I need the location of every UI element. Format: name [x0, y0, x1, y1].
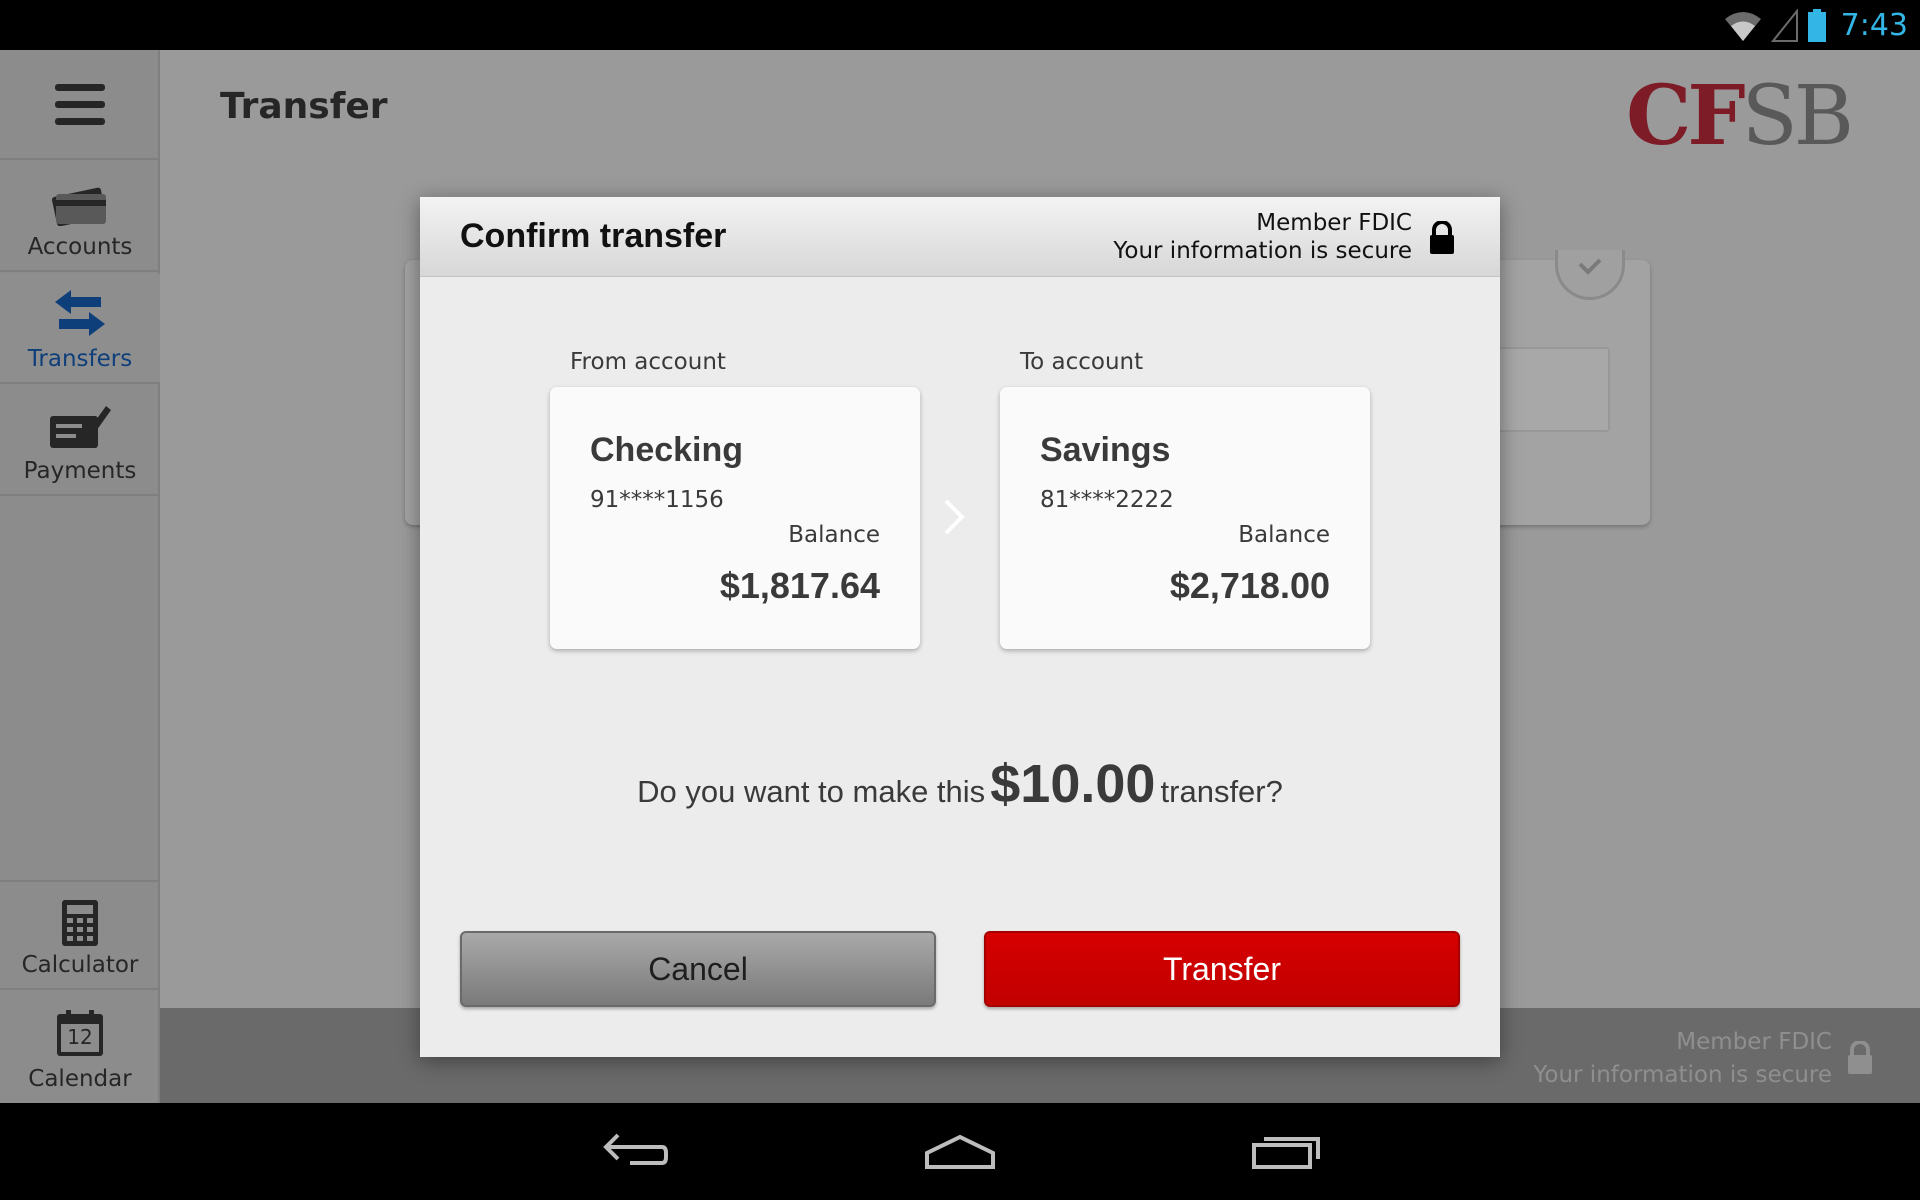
menu-button[interactable]: [0, 50, 160, 160]
sidebar: Accounts Transfers Payments Calculator 1…: [0, 50, 160, 1103]
transfer-arrows-icon: [55, 290, 105, 336]
check-pen-icon: [50, 406, 111, 448]
calendar-icon: 12: [57, 1010, 103, 1056]
sidebar-item-accounts[interactable]: Accounts: [0, 162, 160, 272]
confirm-transfer-dialog: Confirm transfer Member FDIC Your inform…: [420, 197, 1500, 1057]
signal-icon: [1770, 8, 1798, 42]
system-nav-bar: [0, 1103, 1920, 1200]
from-balance-label: Balance: [788, 522, 880, 548]
sidebar-item-label: Calculator: [21, 952, 139, 978]
to-account-label: To account: [1020, 349, 1144, 375]
dialog-title: Confirm transfer: [460, 217, 727, 255]
footer-member-fdic: Member FDIC: [1676, 1029, 1832, 1055]
sidebar-item-transfers[interactable]: Transfers: [0, 274, 160, 384]
from-balance-value: $1,817.64: [719, 565, 880, 606]
battery-icon: [1807, 8, 1826, 42]
calculator-icon: [62, 900, 98, 946]
lock-icon: [1848, 1041, 1872, 1074]
question-suffix: transfer?: [1160, 774, 1283, 809]
from-account-number: 91****1156: [590, 487, 724, 513]
member-fdic-text: Member FDIC: [1256, 210, 1412, 236]
sidebar-item-label: Transfers: [27, 346, 133, 372]
app-window: Accounts Transfers Payments Calculator 1…: [0, 50, 1920, 1103]
from-account-name: Checking: [590, 431, 744, 469]
to-account-number: 81****2222: [1040, 487, 1174, 513]
sidebar-item-label: Payments: [23, 458, 137, 484]
from-account-label: From account: [570, 349, 726, 375]
sidebar-item-calculator[interactable]: Calculator: [0, 880, 160, 990]
home-icon[interactable]: [923, 1125, 997, 1173]
page-title: Transfer: [220, 86, 388, 127]
sidebar-item-calendar[interactable]: 12 Calendar: [0, 992, 160, 1102]
sidebar-item-label: Calendar: [28, 1066, 132, 1092]
to-balance-label: Balance: [1238, 522, 1330, 548]
sidebar-item-label: Accounts: [27, 234, 133, 260]
sidebar-item-payments[interactable]: Payments: [0, 386, 160, 496]
cancel-button[interactable]: Cancel: [460, 931, 936, 1007]
recent-apps-icon[interactable]: [1250, 1125, 1322, 1173]
status-clock: 7:43: [1840, 8, 1908, 43]
confirm-question: Do you want to make this $10.00 transfer…: [420, 753, 1500, 815]
wifi-icon: [1724, 11, 1761, 41]
lock-icon: [1430, 221, 1454, 254]
credit-card-icon: [51, 187, 107, 226]
from-account-card: Checking 91****1156 Balance $1,817.64: [550, 387, 920, 649]
back-icon[interactable]: [600, 1125, 670, 1173]
to-account-name: Savings: [1040, 431, 1171, 469]
status-bar: 7:43: [0, 0, 1920, 50]
to-balance-value: $2,718.00: [1169, 565, 1330, 606]
question-prefix: Do you want to make this: [637, 774, 986, 809]
dialog-header: Confirm transfer Member FDIC Your inform…: [420, 197, 1500, 277]
calendar-day-text: 12: [67, 1025, 93, 1049]
chevron-right-icon: [944, 499, 965, 535]
bank-logo: CFSB: [1626, 68, 1854, 164]
secure-info-text: Your information is secure: [1113, 238, 1412, 264]
hamburger-menu-icon: [55, 84, 105, 125]
footer-secure-text: Your information is secure: [1533, 1062, 1832, 1088]
transfer-button[interactable]: Transfer: [984, 931, 1460, 1007]
transfer-amount: $10.00: [990, 754, 1156, 814]
to-account-card: Savings 81****2222 Balance $2,718.00: [1000, 387, 1370, 649]
